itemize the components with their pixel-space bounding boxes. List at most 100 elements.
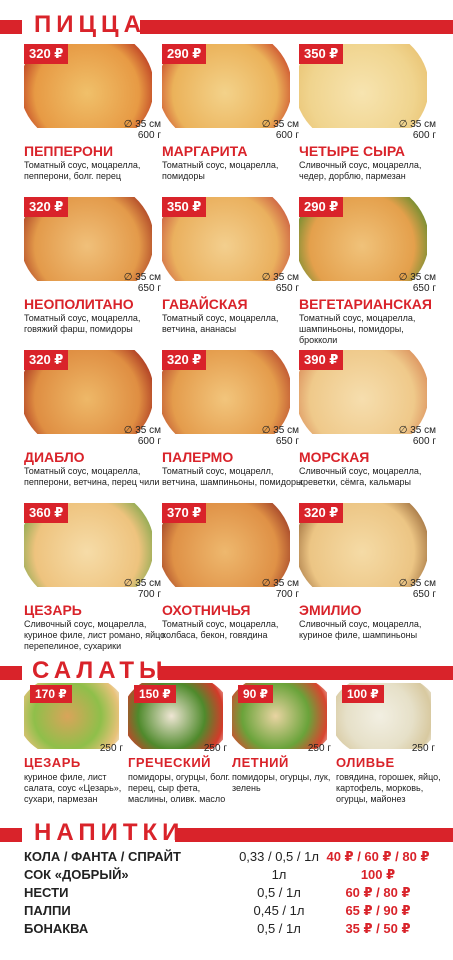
pizza-description: Томатный соус, моцарелл, ветчина, шампин… — [162, 466, 303, 487]
pizza-price-badge: 370 ₽ — [162, 503, 207, 523]
drink-price: 35 ₽ / 50 ₽ — [345, 921, 411, 936]
pizza-name: ГАВАЙСКАЯ — [162, 296, 248, 312]
pizza-diameter: ∅ 35 см — [123, 119, 161, 130]
drink-price: 60 ₽ / 80 ₽ — [345, 885, 411, 900]
salad-description: говядина, горошек, яйцо, картофель, морк… — [336, 772, 441, 804]
header-bar-left — [0, 666, 22, 680]
header-bar-left — [0, 828, 22, 842]
header-bar-right — [175, 828, 453, 842]
pizza-name: ДИАБЛО — [24, 449, 85, 465]
pizza-photo: 320 ₽ — [299, 503, 427, 587]
salad-description: куриное филе, лист салата, соус «Цезарь»… — [24, 772, 122, 804]
pizza-price-badge: 320 ₽ — [299, 503, 344, 523]
pizza-weight: 600 г — [412, 436, 436, 447]
pizza-photo: 370 ₽ — [162, 503, 290, 587]
pizza-description: Томатный соус, моцарелла, шампиньоны, по… — [299, 313, 416, 345]
drink-row[interactable]: НЕСТИ 0,5 / 1л 60 ₽ / 80 ₽ — [24, 884, 434, 902]
pizza-photo: 350 ₽ — [162, 197, 290, 281]
pizza-price-badge: 290 ₽ — [162, 44, 207, 64]
pizza-diameter: ∅ 35 см — [123, 272, 161, 283]
pizza-price-badge: 390 ₽ — [299, 350, 344, 370]
pizza-name: МОРСКАЯ — [299, 449, 370, 465]
pizza-photo: 390 ₽ — [299, 350, 427, 434]
header-bar-right — [140, 20, 453, 34]
pizza-weight: 700 г — [137, 589, 161, 600]
pizza-weight: 650 г — [412, 283, 436, 294]
salad-name: ЛЕТНИЙ — [232, 755, 289, 770]
pizza-section-header: ПИЦЦА — [0, 10, 453, 38]
drinks-section-title: НАПИТКИ — [34, 819, 185, 846]
pizza-weight: 650 г — [275, 436, 299, 447]
pizza-photo: 320 ₽ — [24, 44, 152, 128]
salad-weight: 250 г — [99, 743, 123, 754]
drink-name: КОЛА / ФАНТА / СПРАЙТ — [24, 849, 181, 864]
salad-price-badge: 100 ₽ — [342, 685, 384, 703]
pizza-size: ∅ 35 см 700 г — [262, 578, 299, 600]
header-bar-left — [0, 20, 22, 34]
salad-price-badge: 170 ₽ — [30, 685, 72, 703]
pizza-weight: 650 г — [275, 283, 299, 294]
pizza-weight: 650 г — [137, 283, 161, 294]
drink-row[interactable]: БОНАКВА 0,5 / 1л 35 ₽ / 50 ₽ — [24, 920, 434, 938]
pizza-photo: 320 ₽ — [162, 350, 290, 434]
drink-row[interactable]: СОК «ДОБРЫЙ» 1л 100 ₽ — [24, 866, 434, 884]
pizza-price-badge: 290 ₽ — [299, 197, 344, 217]
pizza-description: Сливочный соус, моцарелла, чедер, дорблю… — [299, 160, 422, 181]
pizza-size: ∅ 35 см 700 г — [124, 578, 161, 600]
pizza-section-title: ПИЦЦА — [34, 11, 146, 38]
pizza-description: Томатный соус, моцарелла, пепперони, бол… — [24, 160, 141, 181]
header-bar-right — [158, 666, 453, 680]
pizza-diameter: ∅ 35 см — [261, 272, 299, 283]
pizza-description: Томатный соус, моцарелла, помидоры — [162, 160, 279, 181]
salad-description: помидоры, огурцы, лук, зелень — [232, 772, 331, 793]
pizza-description: Сливочный соус, моцарелла, креветки, сём… — [299, 466, 422, 487]
salad-weight: 250 г — [203, 743, 227, 754]
pizza-name: ОХОТНИЧЬЯ — [162, 602, 251, 618]
pizza-diameter: ∅ 35 см — [261, 578, 299, 589]
pizza-size: ∅ 35 см 650 г — [399, 578, 436, 600]
pizza-size: ∅ 35 см 600 г — [262, 119, 299, 141]
salad-photo: 90 ₽ — [232, 683, 327, 749]
salad-photo: 100 ₽ — [336, 683, 431, 749]
drink-volume: 0,33 / 0,5 / 1л — [239, 849, 319, 864]
pizza-price-badge: 320 ₽ — [162, 350, 207, 370]
pizza-photo: 350 ₽ — [299, 44, 427, 128]
drink-volume: 0,5 / 1л — [257, 885, 301, 900]
pizza-diameter: ∅ 35 см — [261, 119, 299, 130]
pizza-diameter: ∅ 35 см — [398, 272, 436, 283]
salad-description: помидоры, огурцы, болг. перец, сыр фета,… — [128, 772, 231, 804]
pizza-price-badge: 320 ₽ — [24, 44, 69, 64]
drink-price: 65 ₽ / 90 ₽ — [345, 903, 411, 918]
salad-photo: 150 ₽ — [128, 683, 223, 749]
pizza-photo: 290 ₽ — [299, 197, 427, 281]
drinks-section-header: НАПИТКИ — [0, 818, 453, 846]
pizza-name: ЦЕЗАРЬ — [24, 602, 82, 618]
drink-row[interactable]: КОЛА / ФАНТА / СПРАЙТ 0,33 / 0,5 / 1л 40 ₽… — [24, 848, 434, 866]
pizza-size: ∅ 35 см 600 г — [124, 119, 161, 141]
pizza-price-badge: 320 ₽ — [24, 350, 69, 370]
pizza-name: ЭМИЛИО — [299, 602, 362, 618]
pizza-photo: 360 ₽ — [24, 503, 152, 587]
pizza-name: НЕОПОЛИТАНО — [24, 296, 134, 312]
salad-weight: 250 г — [411, 743, 435, 754]
pizza-description: Сливочный соус, моцарелла, куриное филе,… — [24, 619, 166, 651]
pizza-weight: 600 г — [412, 130, 436, 141]
salad-price-badge: 90 ₽ — [238, 685, 274, 703]
pizza-size: ∅ 35 см 600 г — [399, 425, 436, 447]
drink-name: ПАЛПИ — [24, 903, 71, 918]
pizza-weight: 600 г — [137, 130, 161, 141]
salad-price-badge: 150 ₽ — [134, 685, 176, 703]
pizza-description: Томатный соус, моцарелла, ветчина, анана… — [162, 313, 279, 334]
pizza-weight: 600 г — [137, 436, 161, 447]
drink-volume: 1л — [271, 867, 287, 882]
pizza-diameter: ∅ 35 см — [398, 119, 436, 130]
pizza-photo: 290 ₽ — [162, 44, 290, 128]
salad-name: ОЛИВЬЕ — [336, 755, 395, 770]
pizza-size: ∅ 35 см 650 г — [262, 272, 299, 294]
pizza-description: Томатный соус, моцарелла, пепперони, вет… — [24, 466, 160, 487]
pizza-price-badge: 320 ₽ — [24, 197, 69, 217]
drink-row[interactable]: ПАЛПИ 0,45 / 1л 65 ₽ / 90 ₽ — [24, 902, 434, 920]
drink-price: 40 ₽ / 60 ₽ / 80 ₽ — [326, 849, 430, 864]
pizza-weight: 700 г — [275, 589, 299, 600]
drink-name: НЕСТИ — [24, 885, 69, 900]
